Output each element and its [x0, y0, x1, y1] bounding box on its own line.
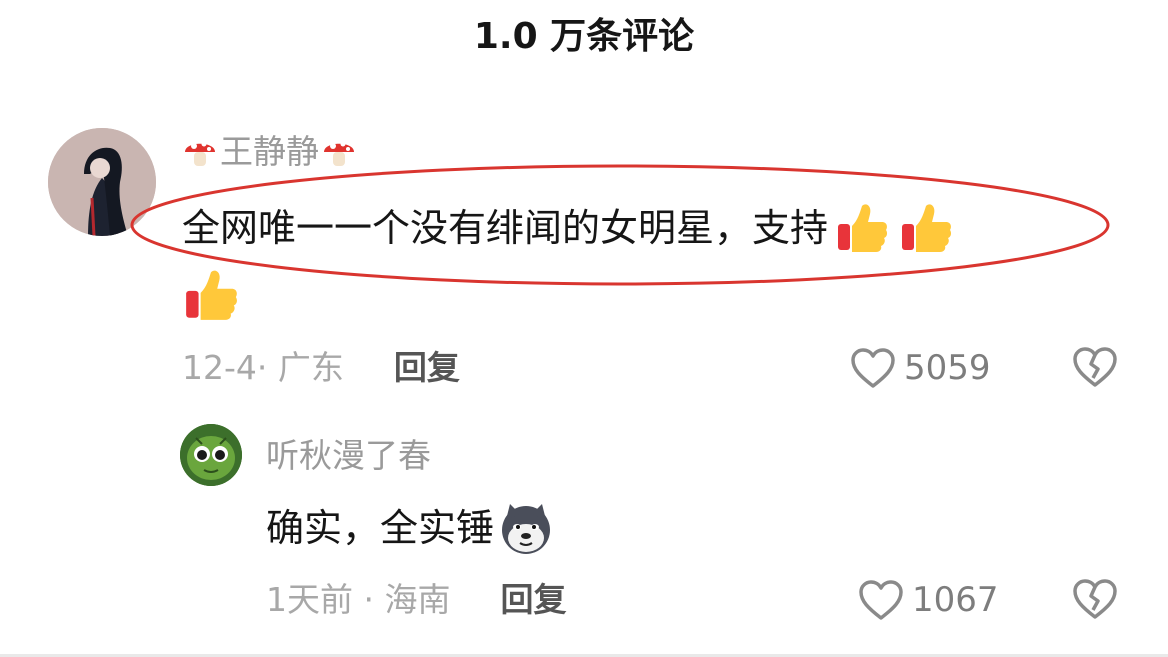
reply-body: 确实，全实锤	[266, 500, 554, 556]
heart-outline-icon	[851, 348, 895, 388]
doge-icon	[502, 504, 551, 554]
like-button[interactable]: 5059	[850, 346, 991, 390]
comment-text: 全网唯一一个没有绯闻的女明星，支持	[182, 206, 829, 250]
comment-username[interactable]: 王静静	[182, 130, 357, 174]
thumbs-up-icon	[186, 270, 237, 320]
broken-heart-icon	[1073, 347, 1117, 387]
comments-panel: 1.0 万条评论 王静静 全网唯一一个没有绯闻的女明星，支持 12-4· 广东 …	[0, 0, 1168, 657]
comment-emoji-line	[182, 266, 240, 324]
comment-date-location: 12-4· 广东	[182, 348, 344, 387]
avatar-image	[48, 128, 156, 236]
like-count: 5059	[904, 348, 991, 388]
reply-button[interactable]: 回复	[500, 578, 566, 622]
like-count: 1067	[912, 580, 999, 620]
reply-text: 确实，全实锤	[266, 506, 495, 550]
avatar-image	[180, 424, 242, 486]
avatar[interactable]	[180, 424, 242, 486]
reply-meta: 1天前 · 海南 回复	[266, 578, 566, 622]
dislike-button[interactable]	[1072, 578, 1118, 624]
thumbs-up-icon	[838, 204, 888, 252]
mushroom-icon	[324, 141, 354, 166]
reply-date-location: 1天前 · 海南	[266, 580, 451, 619]
dislike-button[interactable]	[1072, 346, 1118, 392]
avatar[interactable]	[48, 128, 156, 236]
broken-heart-icon	[1073, 579, 1117, 619]
reply-button[interactable]: 回复	[394, 346, 460, 390]
comment-count-title: 1.0 万条评论	[473, 16, 695, 57]
like-button[interactable]: 1067	[858, 578, 999, 622]
comment-body: 全网唯一一个没有绯闻的女明星，支持	[182, 200, 954, 256]
heart-outline-icon	[859, 580, 903, 620]
thumbs-up-icon	[902, 204, 952, 252]
username-text: 王静静	[220, 132, 319, 171]
reply-username[interactable]: 听秋漫了春	[266, 434, 431, 478]
mushroom-icon	[185, 141, 215, 166]
comment-meta: 12-4· 广东 回复	[182, 346, 460, 390]
